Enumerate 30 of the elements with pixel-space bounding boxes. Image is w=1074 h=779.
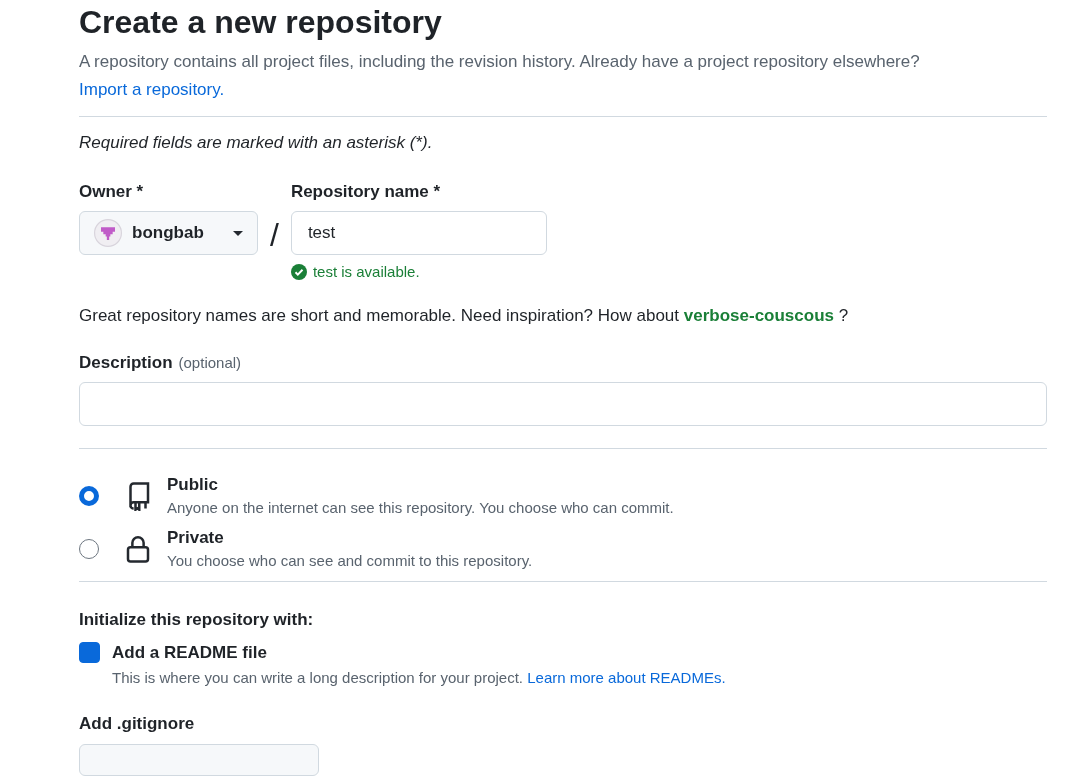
visibility-label: Private [167, 528, 225, 548]
gitignore-label: Add .gitignore [79, 714, 196, 734]
owner-label: Owner * [79, 181, 145, 203]
suggestion-text: Great repository names are short and memorable. Need inspiration? How about [79, 306, 680, 325]
availability-text: test is available. [312, 263, 420, 280]
readme-label: Add a README file [112, 642, 267, 663]
optional-note: (optional) [178, 354, 242, 371]
readme-link[interactable]: Learn more about READMEs. [527, 669, 726, 686]
import-link[interactable]: Import a repository. [79, 80, 225, 99]
check-circle-icon [290, 263, 307, 280]
visibility-hint: Anyone on the internet can see this repository. You choose who can commit. [167, 499, 674, 516]
description-field[interactable] [79, 382, 1047, 426]
visibility-hint: You choose who can see and commit to this repository. [167, 552, 533, 569]
path-separator: / [270, 217, 279, 254]
page-title: Create a new repository [79, 3, 443, 42]
suggested-name-link[interactable]: verbose-couscous [683, 306, 834, 325]
avatar-icon [94, 219, 122, 247]
owner-dropdown[interactable]: bongbab [79, 211, 258, 255]
intro-text: A repository contains all project files, including the revision history. Already have a project repository elsewhere? Import a repository. [79, 51, 921, 101]
radio-button[interactable] [79, 485, 99, 506]
init-heading: Initialize this repository with: [79, 610, 315, 630]
checkbox[interactable] [79, 642, 100, 663]
description-label: Description [79, 352, 173, 374]
suggestion-end: ? [838, 306, 849, 325]
repo-name-field[interactable]: test [290, 211, 547, 255]
required-note: Required fields are marked with an asterisk (*). [79, 133, 434, 153]
visibility-label: Public [167, 475, 219, 495]
readme-hint: This is where you can write a long description for your project. [112, 669, 524, 686]
repo-name-label: Repository name * [290, 181, 442, 203]
caret-icon [233, 230, 243, 236]
